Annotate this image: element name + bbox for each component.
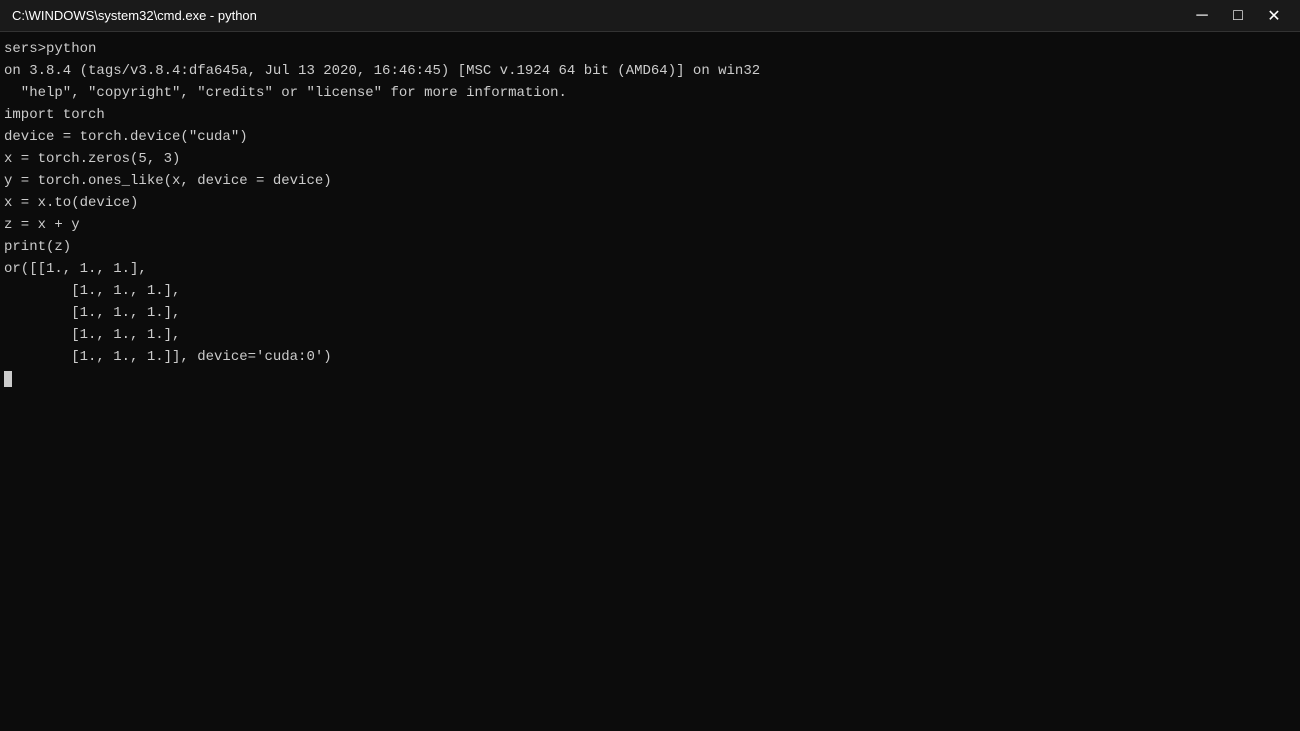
terminal-line: "help", "copyright", "credits" or "licen…: [4, 82, 1296, 104]
terminal-line: or([[1., 1., 1.],: [4, 258, 1296, 280]
terminal-body: sers>pythonon 3.8.4 (tags/v3.8.4:dfa645a…: [0, 32, 1300, 731]
terminal-line: z = x + y: [4, 214, 1296, 236]
window: C:\WINDOWS\system32\cmd.exe - python ─ □…: [0, 0, 1300, 731]
title-bar-controls: ─ □ ✕: [1188, 2, 1288, 30]
close-button[interactable]: ✕: [1260, 2, 1288, 30]
terminal-line: x = torch.zeros(5, 3): [4, 148, 1296, 170]
minimize-button[interactable]: ─: [1188, 2, 1216, 30]
terminal-line: sers>python: [4, 38, 1296, 60]
terminal-line: device = torch.device("cuda"): [4, 126, 1296, 148]
title-bar-text: C:\WINDOWS\system32\cmd.exe - python: [12, 8, 257, 23]
terminal-line: print(z): [4, 236, 1296, 258]
terminal-line: y = torch.ones_like(x, device = device): [4, 170, 1296, 192]
terminal-line: [1., 1., 1.],: [4, 280, 1296, 302]
maximize-button[interactable]: □: [1224, 2, 1252, 30]
cursor-line: [4, 368, 1296, 390]
terminal-line: [1., 1., 1.],: [4, 302, 1296, 324]
terminal-line: import torch: [4, 104, 1296, 126]
terminal-line: [1., 1., 1.]], device='cuda:0'): [4, 346, 1296, 368]
terminal-line: [1., 1., 1.],: [4, 324, 1296, 346]
terminal-line: on 3.8.4 (tags/v3.8.4:dfa645a, Jul 13 20…: [4, 60, 1296, 82]
terminal-output: sers>pythonon 3.8.4 (tags/v3.8.4:dfa645a…: [4, 38, 1296, 368]
title-bar: C:\WINDOWS\system32\cmd.exe - python ─ □…: [0, 0, 1300, 32]
cursor-blink: [4, 371, 12, 387]
terminal-line: x = x.to(device): [4, 192, 1296, 214]
